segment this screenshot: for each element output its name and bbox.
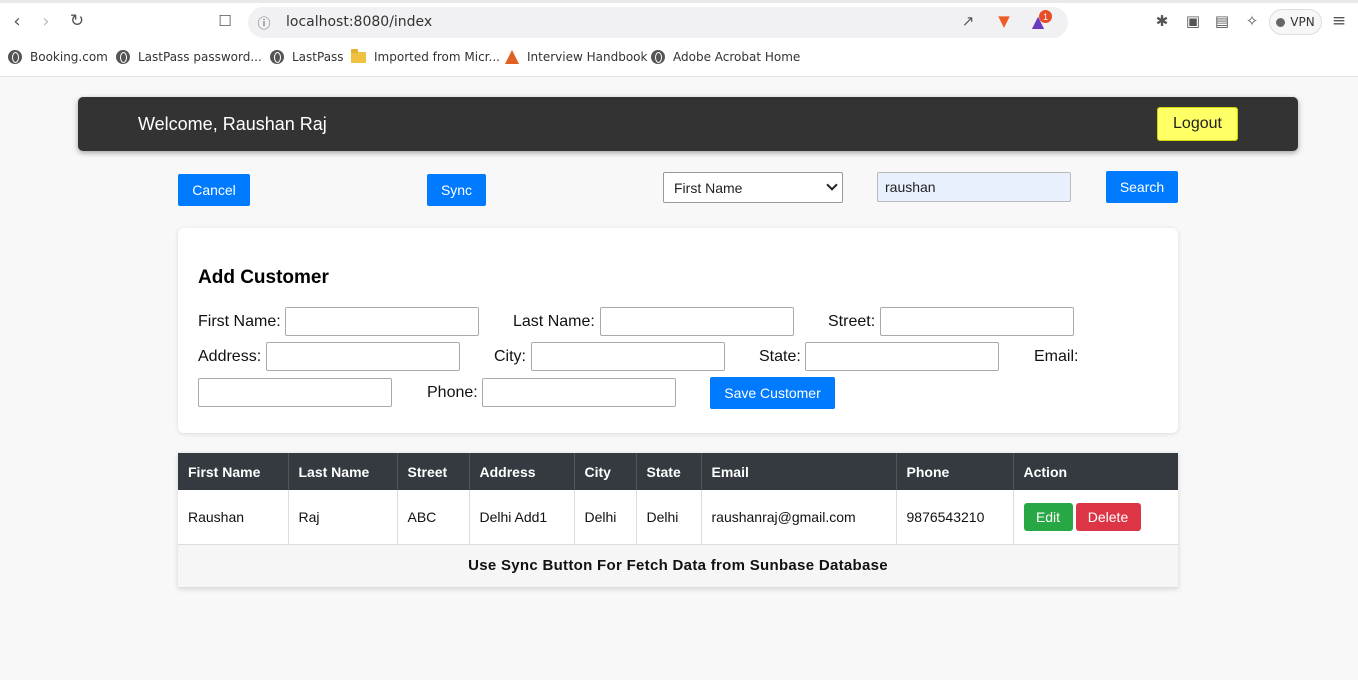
menu-icon[interactable]: ≡ [1328, 10, 1350, 32]
vpn-status-icon [1276, 17, 1286, 27]
state-label: State: [759, 348, 801, 365]
customer-table-container: First Name Last Name Street Address City… [178, 453, 1178, 588]
bookmark-label: Adobe Acrobat Home [673, 50, 801, 64]
bookmark-adobe-acrobat[interactable]: Adobe Acrobat Home [651, 49, 800, 65]
last-name-label: Last Name: [513, 313, 595, 330]
bookmark-label: Imported from Micr... [374, 50, 500, 64]
column-header: Last Name [288, 453, 398, 490]
table-header-row: First Name Last Name Street Address City… [178, 453, 1178, 490]
url-text[interactable]: localhost:8080/index [286, 14, 432, 30]
window-top-border [0, 0, 1358, 3]
bookmark-label: Booking.com [30, 50, 108, 64]
back-icon[interactable]: ‹ [6, 10, 28, 32]
site-info-icon[interactable]: ⓘ [253, 11, 275, 33]
cell-last-name: Raj [288, 490, 398, 545]
column-header: Action [1013, 453, 1178, 490]
chevron-down-icon [826, 179, 838, 191]
table-footer-row: Use Sync Button For Fetch Data from Sunb… [178, 544, 1178, 588]
ai-assistant-icon[interactable]: ✧ [1241, 10, 1263, 32]
logout-button[interactable]: Logout [1157, 107, 1238, 141]
edit-button[interactable]: Edit [1023, 502, 1073, 531]
sidebar-icon[interactable]: ▣ [1182, 10, 1204, 32]
first-name-field[interactable] [285, 307, 479, 336]
brave-shield-icon[interactable]: ▼ [993, 10, 1015, 32]
bookmark-icon[interactable]: ☐ [214, 10, 236, 32]
cell-city: Delhi [574, 490, 637, 545]
wallet-icon[interactable]: ▤ [1211, 10, 1233, 32]
bookmark-label: LastPass [292, 50, 344, 64]
bookmark-lastpass-password[interactable]: LastPass password... [116, 49, 262, 65]
bookmark-label: Interview Handbook [527, 50, 648, 64]
email-label: Email: [1034, 348, 1079, 365]
street-field[interactable] [880, 307, 1074, 336]
bookmark-booking[interactable]: Booking.com [8, 49, 108, 65]
globe-icon [116, 50, 130, 64]
column-header: State [636, 453, 702, 490]
last-name-field[interactable] [600, 307, 794, 336]
add-customer-card: Add Customer First Name: Last Name: Stre… [178, 228, 1178, 433]
vpn-label: VPN [1290, 15, 1315, 29]
sync-button[interactable]: Sync [427, 174, 486, 206]
city-label: City: [494, 348, 526, 365]
welcome-text: Welcome, Raushan Raj [138, 114, 327, 134]
state-field[interactable] [805, 342, 999, 371]
share-icon[interactable]: ↗ [957, 10, 979, 32]
search-button[interactable]: Search [1106, 171, 1178, 203]
bookmark-label: LastPass password... [138, 50, 262, 64]
cell-actions: Edit Delete [1013, 490, 1178, 545]
city-field[interactable] [531, 342, 725, 371]
flask-icon [505, 50, 519, 64]
sync-hint: Use Sync Button For Fetch Data from Sunb… [178, 544, 1178, 588]
globe-icon [651, 50, 665, 64]
street-label: Street: [828, 313, 876, 330]
extensions-icon[interactable]: ✱ [1151, 10, 1173, 32]
bookmark-interview-handbook[interactable]: Interview Handbook [505, 49, 647, 65]
column-header: Address [469, 453, 575, 490]
column-header: Email [701, 453, 897, 490]
phone-label: Phone: [427, 384, 478, 401]
column-header: Phone [896, 453, 1014, 490]
search-input[interactable] [877, 172, 1071, 202]
cell-phone: 9876543210 [896, 490, 1014, 545]
reload-icon[interactable]: ↻ [66, 10, 88, 32]
cell-address: Delhi Add1 [469, 490, 575, 545]
search-field-selected: First Name [674, 179, 743, 196]
customer-table: First Name Last Name Street Address City… [178, 453, 1178, 588]
column-header: First Name [178, 453, 289, 490]
app-header: Welcome, Raushan Raj Logout [78, 97, 1298, 151]
browser-chrome: ‹ › ↻ ☐ ⓘ localhost:8080/index ↗ ▼ ▲ 1 ✱… [0, 0, 1358, 77]
folder-icon [351, 48, 366, 63]
save-customer-button[interactable]: Save Customer [710, 377, 835, 409]
search-field-select[interactable]: First Name [663, 172, 843, 203]
notification-badge: 1 [1039, 10, 1052, 23]
cell-email: raushanraj@gmail.com [701, 490, 897, 545]
cell-street: ABC [397, 490, 470, 545]
address-field[interactable] [266, 342, 460, 371]
globe-icon [270, 50, 284, 64]
phone-field[interactable] [482, 378, 676, 407]
forward-icon[interactable]: › [35, 10, 57, 32]
bookmark-imported-folder[interactable]: Imported from Micr... [351, 48, 500, 65]
add-customer-title: Add Customer [198, 267, 329, 288]
delete-button[interactable]: Delete [1075, 502, 1141, 531]
email-field[interactable] [198, 378, 392, 407]
column-header: Street [397, 453, 470, 490]
cell-first-name: Raushan [178, 490, 289, 545]
table-row: Raushan Raj ABC Delhi Add1 Delhi Delhi r… [178, 490, 1178, 545]
address-label: Address: [198, 348, 262, 365]
column-header: City [574, 453, 637, 490]
cell-state: Delhi [636, 490, 702, 545]
first-name-label: First Name: [198, 313, 281, 330]
bookmark-lastpass[interactable]: LastPass [270, 49, 344, 65]
globe-icon [8, 50, 22, 64]
cancel-button[interactable]: Cancel [178, 174, 250, 206]
vpn-button[interactable]: VPN [1269, 9, 1322, 35]
